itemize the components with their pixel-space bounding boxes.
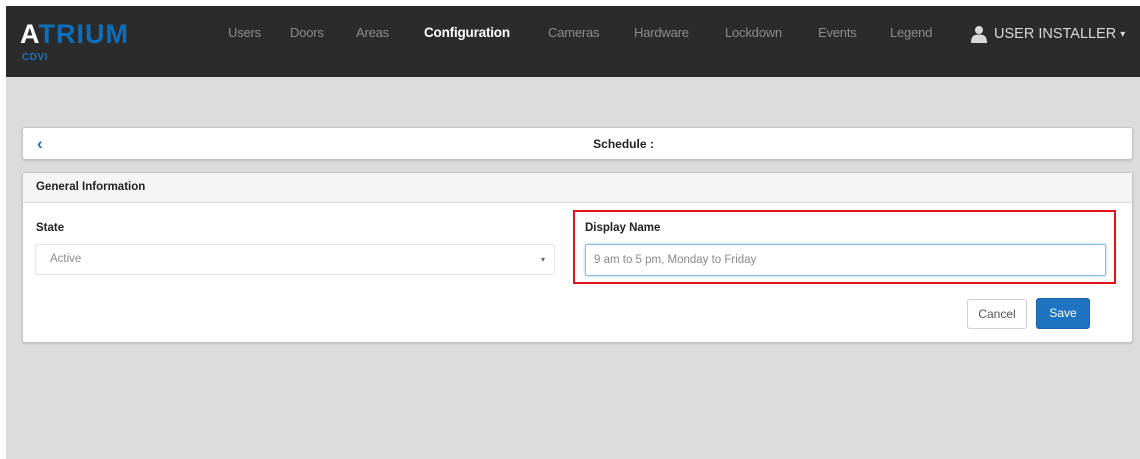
state-select[interactable]: Active ▾ [35,244,555,275]
nav-item-legend[interactable]: Legend [890,25,932,40]
nav-item-cameras[interactable]: Cameras [548,25,600,40]
top-navbar: ATRIUM CDVI Users Doors Areas Configurat… [6,6,1140,77]
panel-heading: General Information [23,173,1132,203]
cdvi-logo: CDVI [22,52,48,63]
app-window: ATRIUM CDVI Users Doors Areas Configurat… [6,6,1140,459]
display-name-label: Display Name [585,222,661,234]
state-select-value: Active [50,253,82,265]
caret-down-icon: ▾ [1120,28,1126,40]
display-name-input[interactable]: 9 am to 5 pm, Monday to Friday [585,244,1106,276]
cancel-button[interactable]: Cancel [967,299,1027,329]
user-icon [971,26,987,43]
schedule-header-panel: ‹ Schedule : [22,127,1133,160]
state-label: State [36,222,65,234]
nav-item-doors[interactable]: Doors [290,25,324,40]
user-menu[interactable]: USER INSTALLER ▾ [970,23,1125,45]
user-menu-label: USER INSTALLER [994,26,1117,42]
logo-rest-letters: TRIUM [38,19,129,49]
nav-item-hardware[interactable]: Hardware [634,25,689,40]
logo-first-letter: A [20,19,39,49]
nav-item-lockdown[interactable]: Lockdown [725,25,782,40]
page-title-text: Schedule : [593,137,654,151]
nav-item-users[interactable]: Users [228,25,261,40]
panel-heading-title: General Information [36,181,146,193]
select-arrow-icon: ▾ [540,255,545,264]
page-title: Schedule : [23,137,1132,151]
nav-item-configuration[interactable]: Configuration [424,25,510,40]
display-name-value: 9 am to 5 pm, Monday to Friday [594,254,757,266]
save-button[interactable]: Save [1036,298,1090,329]
nav-item-areas[interactable]: Areas [356,25,389,40]
nav-item-events[interactable]: Events [818,25,857,40]
general-information-panel: General Information State Active ▾ Displ… [22,172,1133,343]
atrium-logo[interactable]: ATRIUM [20,20,129,48]
